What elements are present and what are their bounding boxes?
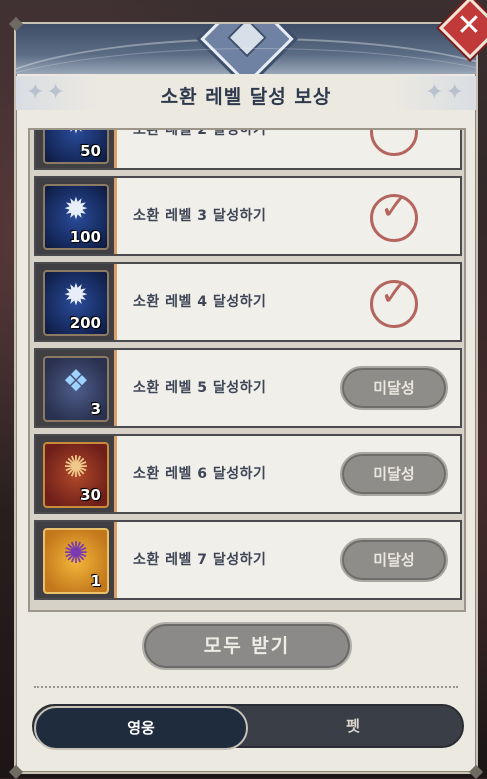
unachieved-button[interactable]: 미달성 bbox=[340, 452, 448, 496]
checkmark-icon: ✓ bbox=[379, 274, 409, 314]
reward-quantity: 3 bbox=[90, 400, 101, 418]
reward-label: 소환 레벨 5 달성하기 bbox=[133, 380, 267, 396]
summon-ticket-icon: ✹ 100 bbox=[43, 184, 109, 250]
red-book-icon: ✺ 30 bbox=[43, 442, 109, 508]
reward-row: ❖ 3 소환 레벨 5 달성하기 미달성 bbox=[34, 348, 462, 428]
reward-quantity: 200 bbox=[69, 314, 101, 332]
tab-hero[interactable]: 영웅 bbox=[34, 706, 248, 750]
reward-list[interactable]: ✹ 50 소환 레벨 2 달성하기 ✓ ✹ 100 소환 레벨 3 달성하기 ✓ bbox=[28, 128, 466, 612]
reward-row: ✺ 1 소환 레벨 7 달성하기 미달성 bbox=[34, 520, 462, 600]
crystal-icon: ❖ 3 bbox=[43, 356, 109, 422]
tab-bar: 영웅 펫 bbox=[32, 704, 464, 750]
reward-quantity: 30 bbox=[80, 486, 101, 504]
crest-ornament-icon bbox=[200, 24, 294, 74]
modal-header-decoration bbox=[16, 24, 476, 74]
summon-ticket-icon: ✹ 50 bbox=[43, 130, 109, 164]
reward-label: 소환 레벨 7 달성하기 bbox=[133, 552, 267, 568]
reward-label: 소환 레벨 3 달성하기 bbox=[133, 208, 267, 224]
reward-label: 소환 레벨 4 달성하기 bbox=[133, 294, 267, 310]
gold-book-icon: ✺ 1 bbox=[43, 528, 109, 594]
reward-quantity: 100 bbox=[69, 228, 101, 246]
reward-row: ✺ 30 소환 레벨 6 달성하기 미달성 bbox=[34, 434, 462, 514]
close-icon[interactable]: ✕ bbox=[450, 8, 487, 46]
reward-modal: ✦✦ ✦✦ 소환 레벨 달성 보상 ✹ 50 소환 레벨 2 달성하기 ✓ ✹ … bbox=[8, 16, 484, 779]
reward-row: ✹ 100 소환 레벨 3 달성하기 ✓ bbox=[34, 176, 462, 256]
checkmark-icon: ✓ bbox=[372, 130, 416, 142]
reward-row: ✹ 50 소환 레벨 2 달성하기 ✓ bbox=[34, 128, 462, 170]
tab-pet[interactable]: 펫 bbox=[246, 706, 460, 746]
reward-quantity: 50 bbox=[80, 142, 101, 160]
checkmark-icon: ✓ bbox=[379, 188, 409, 228]
reward-row: ✹ 200 소환 레벨 4 달성하기 ✓ bbox=[34, 262, 462, 342]
modal-title: 소환 레벨 달성 보상 bbox=[160, 86, 332, 108]
reward-quantity: 1 bbox=[90, 572, 101, 590]
unachieved-button[interactable]: 미달성 bbox=[340, 538, 448, 582]
summon-ticket-icon: ✹ 200 bbox=[43, 270, 109, 336]
reward-label: 소환 레벨 6 달성하기 bbox=[133, 466, 267, 482]
divider bbox=[34, 686, 458, 688]
reward-label: 소환 레벨 2 달성하기 bbox=[133, 128, 267, 138]
claim-all-button[interactable]: 모두 받기 bbox=[142, 622, 352, 670]
unachieved-button[interactable]: 미달성 bbox=[340, 366, 448, 410]
